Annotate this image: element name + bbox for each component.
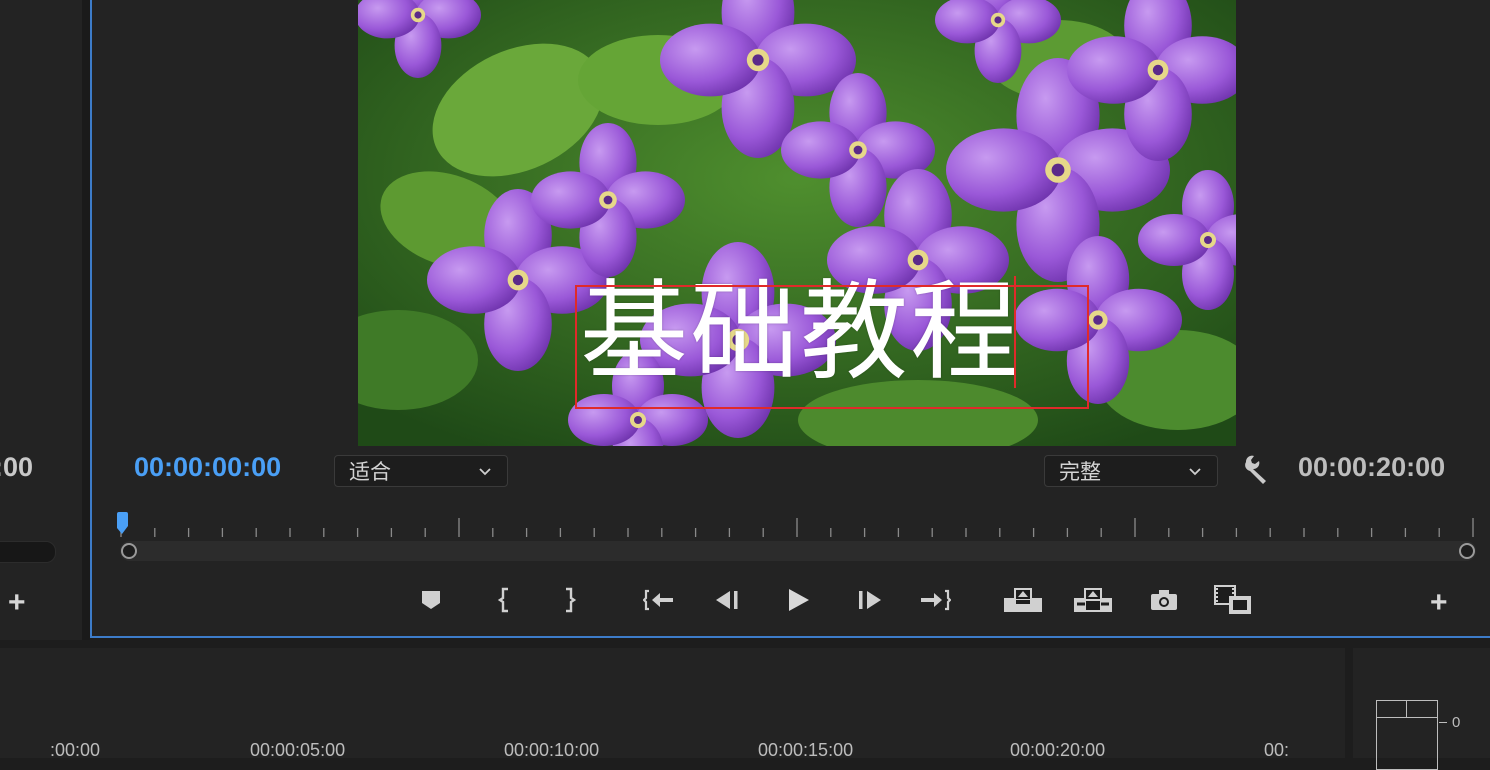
- zoom-fit-value: 适合: [349, 461, 391, 484]
- mark-out-icon: [566, 587, 577, 613]
- camera-icon: [1151, 590, 1177, 610]
- step-back-icon: [716, 591, 738, 609]
- play-button[interactable]: [781, 583, 815, 617]
- go-to-in-button[interactable]: [642, 583, 676, 617]
- panel-divider[interactable]: [82, 0, 90, 640]
- chevron-down-icon: [479, 468, 491, 476]
- zoom-scrollbar[interactable]: [120, 541, 1476, 561]
- zoom-fit-dropdown[interactable]: 适合: [334, 455, 508, 487]
- settings-wrench-button[interactable]: [1240, 455, 1272, 487]
- export-frame-button[interactable]: [1147, 583, 1181, 617]
- compare-view-button[interactable]: [1212, 583, 1254, 617]
- mark-out-button[interactable]: [552, 583, 586, 617]
- zoom-handle-left[interactable]: [121, 543, 137, 559]
- mark-in-icon: [497, 587, 508, 613]
- extract-icon: [1074, 588, 1112, 612]
- step-forward-icon: [859, 591, 881, 609]
- wrench-icon: [1245, 455, 1266, 484]
- add-marker-button[interactable]: [414, 583, 448, 617]
- playback-resolution-dropdown[interactable]: 完整: [1044, 455, 1218, 487]
- meter-tick: [1439, 722, 1447, 723]
- lift-icon: [1004, 588, 1042, 612]
- chevron-down-icon: [1189, 468, 1201, 476]
- monitor-add-button[interactable]: +: [1430, 588, 1454, 618]
- duration-timecode: 00:00:20:00: [1298, 452, 1446, 482]
- meter-channel-divider: [1406, 700, 1407, 718]
- mark-in-button[interactable]: [488, 583, 522, 617]
- extract-button[interactable]: [1072, 583, 1114, 617]
- meter-peak-line: [1376, 717, 1438, 718]
- zoom-handle-right[interactable]: [1459, 543, 1475, 559]
- timeline-panel: [0, 648, 1345, 758]
- step-back-button[interactable]: [711, 583, 745, 617]
- playback-resolution-value: 完整: [1059, 461, 1101, 484]
- audio-meter: [1376, 700, 1438, 770]
- source-add-button[interactable]: +: [8, 588, 32, 618]
- playhead-icon[interactable]: [116, 512, 130, 536]
- go-to-out-button[interactable]: [918, 583, 952, 617]
- go-to-in-icon: [643, 589, 673, 611]
- compare-view-icon: [1214, 585, 1251, 614]
- play-icon: [789, 589, 809, 611]
- meter-zero-label: 0: [1452, 714, 1461, 731]
- step-forward-button[interactable]: [852, 583, 886, 617]
- marker-icon: [422, 591, 440, 609]
- go-to-out-icon: [921, 589, 951, 611]
- source-timecode[interactable]: :00: [0, 452, 33, 483]
- ruler-ticks: [120, 518, 1474, 537]
- text-bounding-box[interactable]: [575, 285, 1089, 409]
- time-ruler[interactable]: [116, 512, 1476, 542]
- playhead-timecode[interactable]: 00:00:00:00: [134, 452, 281, 483]
- lift-button[interactable]: [1002, 583, 1044, 617]
- text-caret: [1014, 276, 1016, 388]
- source-scrollbar[interactable]: [0, 541, 56, 563]
